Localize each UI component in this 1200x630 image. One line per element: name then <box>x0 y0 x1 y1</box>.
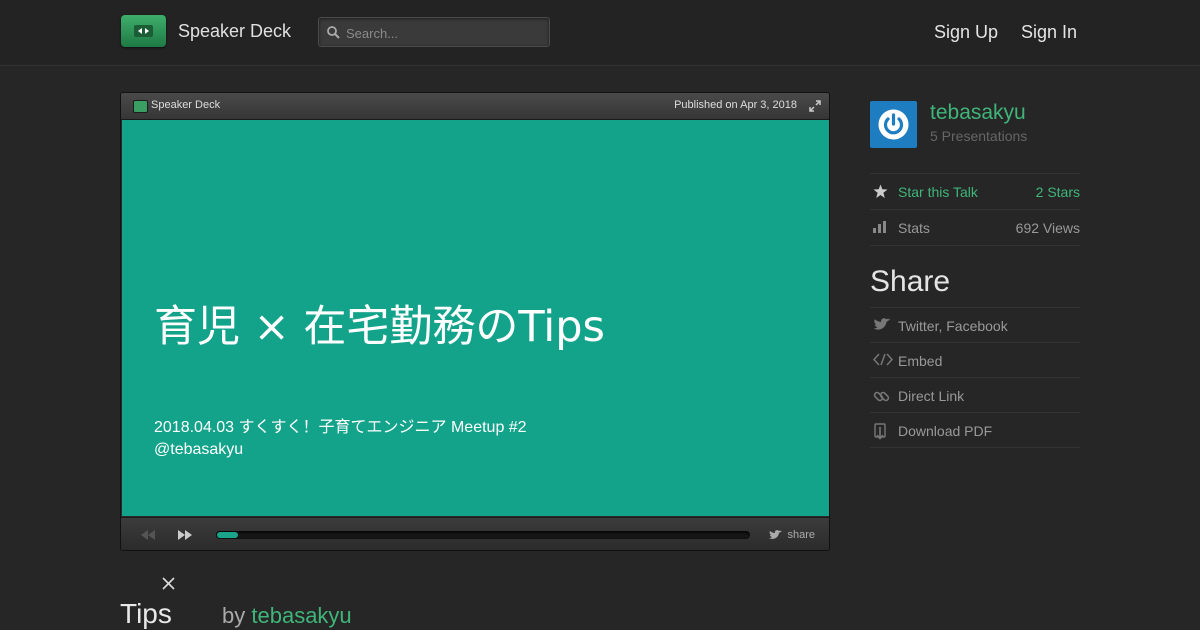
talk-title: Tips <box>120 598 172 629</box>
player-logo-icon <box>133 100 148 113</box>
slide-subtitle: 2018.04.03 すくすく！子育てエンジニア Meetup #2 @teba… <box>154 417 527 461</box>
player-brand[interactable]: Speaker Deck <box>151 99 220 111</box>
search-box[interactable] <box>318 17 550 47</box>
slide-image[interactable]: 育児 × 在宅勤務のTips 2018.04.03 すくすく！子育てエンジニア … <box>122 120 829 516</box>
share-download-pdf[interactable]: Download PDF <box>870 412 1080 448</box>
share-item-label[interactable]: Twitter, Facebook <box>898 318 1008 334</box>
power-logo-icon <box>878 109 909 140</box>
site-header: Speaker Deck Sign Up Sign In <box>0 0 1200 66</box>
share-item-label[interactable]: Direct Link <box>898 388 964 404</box>
search-input[interactable] <box>344 23 548 43</box>
byline-by: by <box>222 603 246 628</box>
star-talk-label[interactable]: Star this Talk <box>898 184 978 200</box>
twitter-bird-icon <box>873 318 891 330</box>
next-slide-icon[interactable] <box>178 530 192 540</box>
stats-label: Stats <box>898 220 930 236</box>
sign-in-link[interactable]: Sign In <box>1021 22 1077 43</box>
brand-name[interactable]: Speaker Deck <box>178 21 291 42</box>
twitter-bird-icon <box>769 530 783 539</box>
slide-progress-bar[interactable] <box>216 531 750 539</box>
download-icon <box>874 423 886 440</box>
byline-author-link[interactable]: tebasakyu <box>251 603 351 628</box>
share-item-label[interactable]: Embed <box>898 353 942 369</box>
fullscreen-icon[interactable] <box>809 100 821 112</box>
published-date: Published on Apr 3, 2018 <box>674 99 797 111</box>
player-share-label: share <box>787 529 815 541</box>
star-count: 2 Stars <box>1035 184 1080 200</box>
share-heading: Share <box>870 265 951 298</box>
avatar[interactable] <box>870 101 917 148</box>
player-controls: share <box>121 517 829 550</box>
slide-title: 育児 × 在宅勤務のTips <box>154 302 605 352</box>
bar-chart-icon <box>873 221 886 233</box>
star-icon <box>873 184 888 198</box>
slide-player: Speaker Deck Published on Apr 3, 2018 育児… <box>120 92 830 551</box>
user-presentations-count: 5 Presentations <box>930 128 1028 144</box>
player-share-button[interactable]: share <box>769 529 815 541</box>
slide-subtitle-event: 2018.04.03 すくすく！子育てエンジニア Meetup #2 <box>154 419 527 436</box>
link-chain-icon <box>873 391 890 402</box>
share-item-label[interactable]: Download PDF <box>898 423 992 439</box>
share-twitter-facebook[interactable]: Twitter, Facebook <box>870 307 1080 342</box>
speakerdeck-logo-icon[interactable] <box>121 15 166 47</box>
stats-views: 692 Views <box>1015 220 1080 236</box>
previous-slide-icon[interactable] <box>141 530 155 540</box>
sign-up-link[interactable]: Sign Up <box>934 22 998 43</box>
player-top-bar: Speaker Deck Published on Apr 3, 2018 <box>121 93 829 120</box>
talk-byline: by tebasakyu <box>222 603 352 629</box>
share-embed[interactable]: Embed <box>870 342 1080 377</box>
close-icon[interactable] <box>161 576 176 591</box>
slide-progress-fill <box>217 532 239 538</box>
slide-subtitle-handle: @tebasakyu <box>154 441 244 458</box>
code-brackets-icon <box>873 353 893 366</box>
share-direct-link[interactable]: Direct Link <box>870 377 1080 412</box>
star-talk-row[interactable]: Star this Talk 2 Stars <box>870 173 1080 208</box>
stats-row[interactable]: Stats 692 Views <box>870 209 1080 246</box>
search-icon <box>327 26 340 39</box>
user-name-link[interactable]: tebasakyu <box>930 101 1026 125</box>
